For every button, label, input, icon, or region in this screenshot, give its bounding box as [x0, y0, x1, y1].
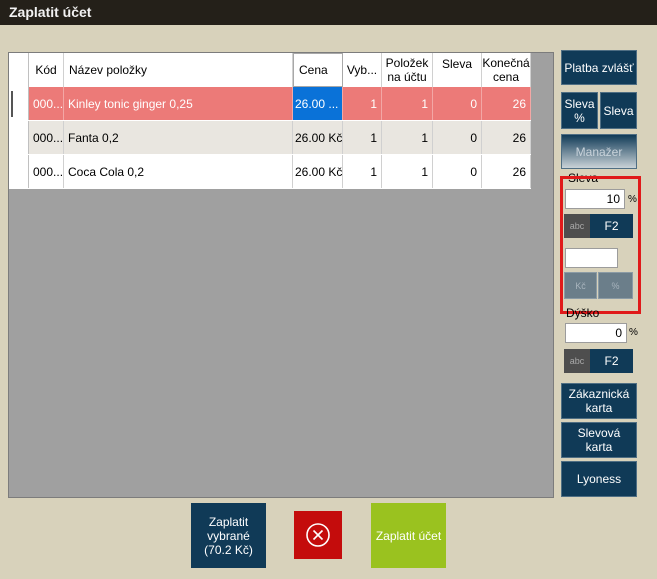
dysko-input[interactable]: 0: [565, 323, 627, 343]
cell-polozek: 1: [382, 87, 433, 120]
col-header-polozek[interactable]: Položek na účtu: [382, 53, 433, 87]
cell-sleva: 0: [433, 155, 482, 188]
slevova-karta-button[interactable]: Slevová karta: [561, 422, 637, 458]
table-header: Kód Název položky Cena Vyb... Položek na…: [9, 53, 531, 88]
zakaznicka-karta-button[interactable]: Zákaznická karta: [561, 383, 637, 419]
dysko-keyboard-icon[interactable]: abc: [564, 349, 590, 373]
highlight-box: [560, 176, 641, 314]
zaplatit-ucet-button[interactable]: Zaplatit účet: [371, 503, 446, 568]
cell-vybrano: 1: [343, 155, 382, 188]
cell-kod: 000...: [29, 155, 64, 188]
zakaznicka-line2: karta: [585, 401, 613, 415]
table-row[interactable]: 000... Fanta 0,2 26.00 Kč 1 1 0 26: [9, 121, 531, 155]
header-row-selector: [9, 53, 29, 87]
items-table: Kód Název položky Cena Vyb... Položek na…: [8, 52, 554, 498]
sleva-percent-button[interactable]: Sleva %: [561, 92, 598, 129]
cell-sleva: 0: [433, 87, 482, 120]
col-header-polozek-line2: na účtu: [387, 70, 427, 84]
slevova-line2: karta: [585, 440, 613, 454]
dysko-label: Dýško: [566, 306, 600, 320]
cell-kod: 000...: [29, 87, 64, 120]
sleva-button[interactable]: Sleva: [600, 92, 637, 129]
zaplatit-vybrane-line3: (70.2 Kč): [204, 542, 253, 557]
cell-konecna: 26: [482, 121, 531, 154]
zaplatit-vybrane-line2: vybrané: [207, 528, 250, 543]
col-header-vybrano[interactable]: Vyb...: [343, 53, 382, 87]
col-header-konecna-line2: cena: [492, 70, 520, 84]
cell-konecna: 26: [482, 155, 531, 188]
cell-cena: 26.00 Kč: [293, 155, 343, 188]
sleva-percent-line2: %: [574, 110, 585, 125]
col-header-konecna-line1: Konečná: [482, 56, 530, 70]
col-header-cena[interactable]: Cena: [293, 53, 343, 87]
row-selector[interactable]: [9, 87, 29, 120]
window-title: Zaplatit účet: [0, 0, 657, 25]
cell-nazev: Coca Cola 0,2: [64, 155, 293, 188]
cancel-button[interactable]: [294, 511, 342, 559]
cell-polozek: 1: [382, 155, 433, 188]
cell-nazev: Kinley tonic ginger 0,25: [64, 87, 293, 120]
sleva-percent-line1: Sleva: [564, 96, 595, 111]
close-circle-icon: [306, 523, 330, 547]
col-header-polozek-line1: Položek: [385, 56, 429, 70]
slevova-line1: Slevová: [577, 426, 621, 440]
cell-konecna: 26: [482, 87, 531, 120]
col-header-sleva[interactable]: Sleva: [433, 53, 482, 87]
table-row[interactable]: 000... Coca Cola 0,2 26.00 Kč 1 1 0 26: [9, 155, 531, 189]
col-header-konecna[interactable]: Konečná cena: [482, 53, 531, 87]
dysko-f2-button[interactable]: F2: [590, 349, 633, 373]
manager-button[interactable]: Manažer: [561, 134, 637, 169]
zaplatit-vybrane-line1: Zaplatit: [208, 514, 249, 529]
cell-sleva: 0: [433, 121, 482, 154]
cell-vybrano: 1: [343, 121, 382, 154]
cell-cena: 26.00 Kč: [293, 121, 343, 154]
cell-nazev: Fanta 0,2: [64, 121, 293, 154]
zaplatit-vybrane-button[interactable]: Zaplatit vybrané (70.2 Kč): [191, 503, 266, 568]
col-header-nazev[interactable]: Název položky: [64, 53, 293, 87]
col-header-kod[interactable]: Kód: [29, 53, 64, 87]
row-selector[interactable]: [9, 121, 29, 154]
cell-kod: 000...: [29, 121, 64, 154]
cell-vybrano: 1: [343, 87, 382, 120]
dysko-percent-sign: %: [629, 327, 638, 338]
row-selector[interactable]: [9, 155, 29, 188]
lyoness-button[interactable]: Lyoness: [561, 461, 637, 497]
table-row[interactable]: 000... Kinley tonic ginger 0,25 26.00 ..…: [9, 87, 531, 121]
cell-polozek: 1: [382, 121, 433, 154]
cell-cena[interactable]: 26.00 ...: [293, 87, 343, 120]
platba-zvlast-button[interactable]: Platba zvlášť: [561, 50, 637, 85]
zakaznicka-line1: Zákaznická: [568, 387, 630, 401]
